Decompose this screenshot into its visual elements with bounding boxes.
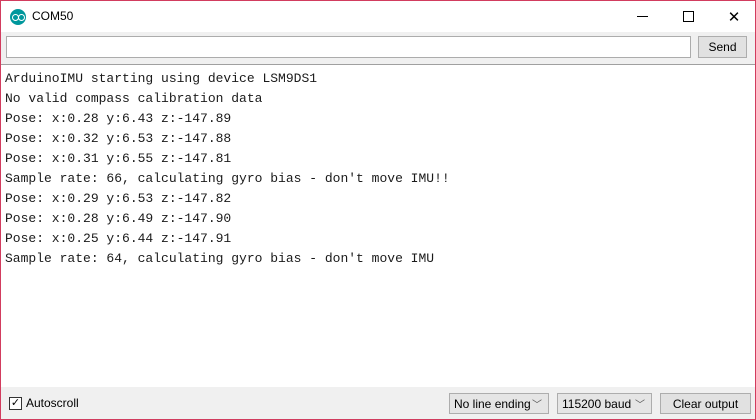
minimize-button[interactable] bbox=[619, 1, 665, 32]
checkmark-icon: ✓ bbox=[10, 397, 21, 409]
close-button[interactable]: ✕ bbox=[711, 1, 756, 32]
autoscroll-label[interactable]: Autoscroll bbox=[26, 396, 79, 410]
serial-monitor-window: COM50 ✕ Send ArduinoIMU starting using d… bbox=[0, 0, 756, 420]
output-line: Pose: x:0.29 y:6.53 z:-147.82 bbox=[5, 191, 232, 206]
chevron-down-icon: ﹀ bbox=[532, 400, 542, 411]
baud-rate-select[interactable]: 115200 baud ﹀ bbox=[557, 393, 652, 414]
maximize-icon bbox=[682, 11, 694, 22]
title-bar: COM50 ✕ bbox=[1, 1, 755, 32]
footer-bar: ✓ Autoscroll No line ending ﹀ 115200 baud… bbox=[1, 387, 755, 419]
line-ending-value: No line ending bbox=[454, 397, 531, 411]
output-line: Pose: x:0.28 y:6.49 z:-147.90 bbox=[5, 211, 232, 226]
output-line: Pose: x:0.25 y:6.44 z:-147.91 bbox=[5, 231, 232, 246]
output-line: Sample rate: 66, calculating gyro bias -… bbox=[5, 171, 450, 186]
baud-rate-value: 115200 baud bbox=[562, 397, 632, 411]
output-line: ArduinoIMU starting using device LSM9DS1 bbox=[5, 71, 318, 86]
output-line: Pose: x:0.32 y:6.53 z:-147.88 bbox=[5, 131, 232, 146]
close-icon: ✕ bbox=[727, 8, 741, 26]
send-button[interactable]: Send bbox=[698, 36, 747, 58]
output-line: Pose: x:0.31 y:6.55 z:-147.81 bbox=[5, 151, 232, 166]
serial-input[interactable] bbox=[6, 36, 691, 58]
serial-output[interactable]: ArduinoIMU starting using device LSM9DS1… bbox=[1, 64, 755, 387]
autoscroll-checkbox[interactable]: ✓ bbox=[9, 397, 22, 410]
output-line: Sample rate: 64, calculating gyro bias -… bbox=[5, 251, 435, 266]
output-line: No valid compass calibration data bbox=[5, 91, 263, 106]
maximize-button[interactable] bbox=[665, 1, 711, 32]
window-title: COM50 bbox=[32, 9, 74, 23]
clear-output-button[interactable]: Clear output bbox=[660, 393, 751, 414]
chevron-down-icon: ﹀ bbox=[635, 400, 645, 411]
output-line: Pose: x:0.28 y:6.43 z:-147.89 bbox=[5, 111, 232, 126]
line-ending-select[interactable]: No line ending ﹀ bbox=[449, 393, 549, 414]
arduino-logo-icon bbox=[10, 9, 26, 25]
minimize-icon bbox=[636, 16, 648, 17]
